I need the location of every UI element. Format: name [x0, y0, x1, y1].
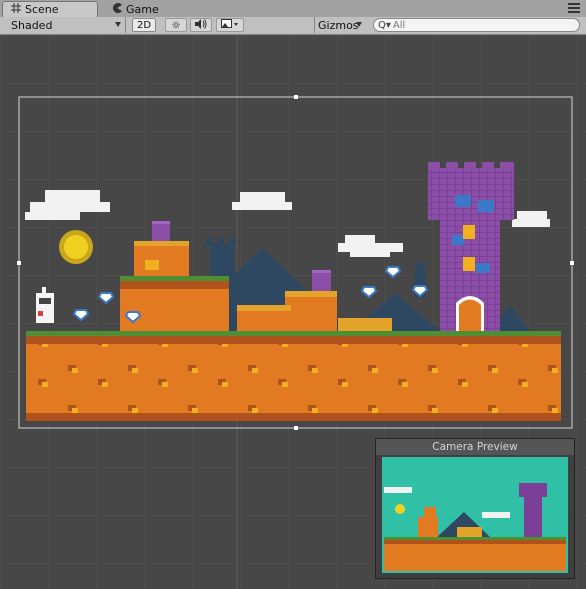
camera-preview-title: Camera Preview: [376, 439, 574, 455]
chevron-down-icon: [356, 22, 362, 27]
effects-dropdown-button[interactable]: [216, 18, 244, 32]
tab-game[interactable]: Game: [104, 1, 167, 17]
chevron-down-icon: [115, 22, 121, 27]
upper-platform: [134, 241, 189, 276]
search-input[interactable]: Q▾ All: [373, 18, 580, 32]
sun-icon: ☼: [171, 18, 181, 32]
scene-toolbar: Shaded 2D ☼ Gizmos Q▾ All: [0, 17, 586, 35]
pacman-icon: [112, 2, 122, 16]
draw-mode-value: Shaded: [11, 18, 53, 32]
audio-toggle-button[interactable]: [190, 18, 212, 32]
image-icon: [221, 18, 239, 32]
window-tab-bar: Scene Game: [0, 0, 586, 18]
sun-sprite: [59, 230, 93, 264]
tab-scene-label: Scene: [25, 3, 59, 16]
lighting-toggle-button[interactable]: ☼: [165, 18, 187, 32]
tab-game-label: Game: [126, 2, 159, 16]
cloud: [232, 192, 292, 210]
cloud: [512, 211, 550, 227]
gizmos-label: Gizmos: [318, 18, 359, 32]
search-placeholder: All: [392, 19, 406, 31]
tab-scene[interactable]: Scene: [2, 1, 98, 17]
speaker-icon: [195, 18, 207, 32]
grid-icon: [11, 3, 21, 16]
ground-platform: [26, 331, 561, 421]
crate: [312, 270, 331, 291]
window-menu-icon[interactable]: [568, 3, 580, 13]
crate: [152, 221, 170, 241]
camera-preview-image: [382, 457, 568, 573]
toggle-2d-button[interactable]: 2D: [132, 18, 156, 32]
raised-platform: [120, 276, 229, 331]
draw-mode-dropdown[interactable]: Shaded: [5, 17, 126, 33]
camera-preview-panel: Camera Preview: [375, 438, 575, 579]
gizmos-dropdown[interactable]: Gizmos: [314, 17, 366, 33]
search-icon: Q▾: [378, 19, 391, 31]
